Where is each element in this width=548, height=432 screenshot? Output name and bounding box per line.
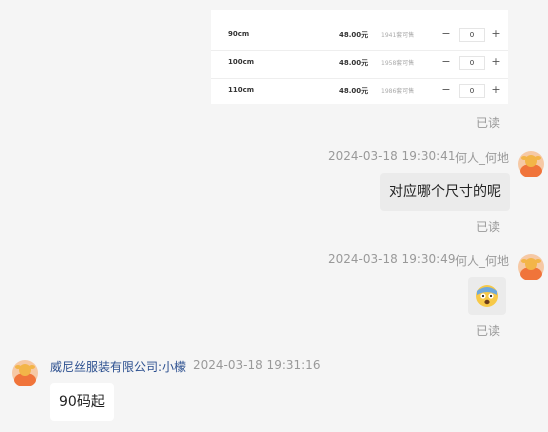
sku-size: 90cm bbox=[228, 30, 250, 38]
quantity-input[interactable]: 0 bbox=[459, 56, 485, 70]
message-sender: 何人_何地 bbox=[455, 151, 510, 165]
decrement-button[interactable]: − bbox=[439, 55, 453, 69]
sku-size: 110cm bbox=[228, 86, 255, 94]
table-row: 110cm 48.00元 1986套可售 − 0 + bbox=[211, 78, 508, 106]
read-receipt: 已读 bbox=[476, 116, 501, 130]
message-text: 90码起 bbox=[59, 394, 105, 410]
read-receipt: 已读 bbox=[476, 220, 501, 234]
avatar[interactable] bbox=[12, 360, 38, 387]
avatar[interactable] bbox=[518, 254, 544, 281]
quantity-input[interactable]: 0 bbox=[459, 28, 485, 42]
sku-price: 48.00元 bbox=[339, 31, 369, 39]
quantity-stepper[interactable]: − 0 + bbox=[439, 26, 506, 44]
message-bubble: 对应哪个尺寸的呢 bbox=[380, 173, 510, 211]
message-text: 对应哪个尺寸的呢 bbox=[389, 184, 501, 200]
decrement-button[interactable]: − bbox=[439, 83, 453, 97]
message-sender[interactable]: 威尼丝服装有限公司:小檬 bbox=[50, 358, 186, 375]
message-timestamp: 2024-03-18 19:31:16 bbox=[193, 358, 321, 372]
sku-stock: 1941套可售 bbox=[381, 32, 415, 39]
message-timestamp: 2024-03-18 19:30:41 bbox=[328, 149, 456, 163]
sku-price: 48.00元 bbox=[339, 87, 369, 95]
quantity-stepper[interactable]: − 0 + bbox=[439, 54, 506, 72]
scared-face-emoji-icon bbox=[476, 285, 498, 307]
message-bubble: 90码起 bbox=[50, 383, 114, 421]
product-sku-table: 90cm 48.00元 1941套可售 − 0 + 100cm 48.00元 1… bbox=[211, 10, 508, 104]
quantity-input[interactable]: 0 bbox=[459, 84, 485, 98]
quantity-stepper[interactable]: − 0 + bbox=[439, 82, 506, 100]
message-bubble bbox=[468, 277, 506, 315]
table-row: 90cm 48.00元 1941套可售 − 0 + bbox=[211, 22, 508, 51]
decrement-button[interactable]: − bbox=[439, 27, 453, 41]
sku-size: 100cm bbox=[228, 58, 255, 66]
sku-stock: 1958套可售 bbox=[381, 60, 415, 67]
table-row: 100cm 48.00元 1958套可售 − 0 + bbox=[211, 50, 508, 79]
increment-button[interactable]: + bbox=[489, 27, 503, 41]
message-timestamp: 2024-03-18 19:30:49 bbox=[328, 252, 456, 266]
read-receipt: 已读 bbox=[476, 324, 501, 338]
increment-button[interactable]: + bbox=[489, 55, 503, 69]
increment-button[interactable]: + bbox=[489, 83, 503, 97]
avatar[interactable] bbox=[518, 151, 544, 178]
sku-price: 48.00元 bbox=[339, 59, 369, 67]
message-sender: 何人_何地 bbox=[455, 254, 510, 268]
sku-stock: 1986套可售 bbox=[381, 88, 415, 95]
